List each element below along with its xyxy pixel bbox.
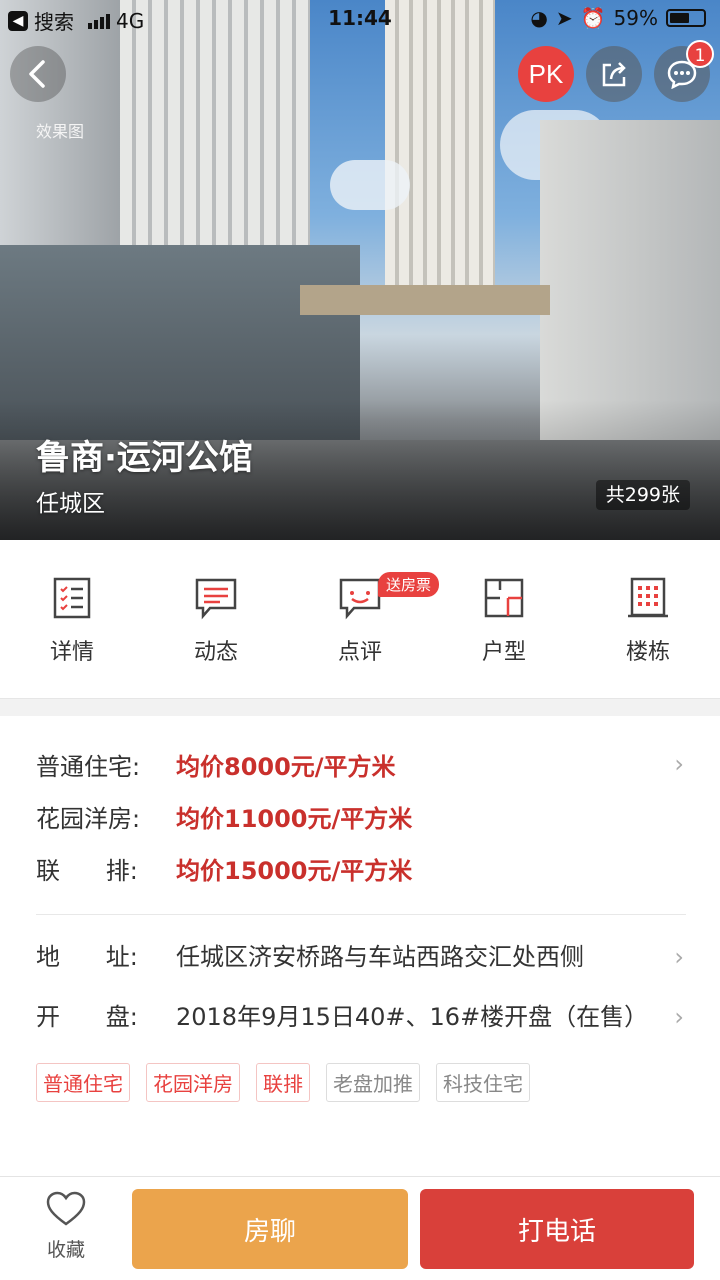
status-bar: ◀ 搜索 4G 11:44 ◕ ➤ ⏰ 59% bbox=[0, 0, 720, 40]
nav-item-comments[interactable]: 送房票 点评 bbox=[288, 540, 440, 698]
feature-tag: 联排 bbox=[256, 1063, 310, 1102]
project-district: 任城区 bbox=[36, 491, 105, 517]
house-chat-button[interactable]: 房聊 bbox=[132, 1189, 408, 1269]
location-icon: ➤ bbox=[555, 6, 573, 30]
nav-item-floorplans[interactable]: 户型 bbox=[432, 540, 576, 698]
chevron-right-icon: › bbox=[674, 943, 684, 971]
feature-tag: 老盘加推 bbox=[326, 1063, 420, 1102]
address-row[interactable]: 地 址: 任城区济安桥路与车站西路交汇处西侧 › bbox=[36, 927, 686, 987]
nav-label: 户型 bbox=[481, 640, 526, 665]
price-row: 联 排: 均价15000元/平方米 bbox=[36, 842, 686, 894]
feature-tags: 普通住宅 花园洋房 联排 老盘加推 科技住宅 bbox=[36, 1063, 686, 1102]
hero-cloud bbox=[330, 160, 410, 210]
divider bbox=[36, 914, 686, 915]
project-info: 普通住宅: 均价8000元/平方米 › 花园洋房: 均价11000元/平方米 联… bbox=[36, 716, 686, 1102]
favorite-label: 收藏 bbox=[46, 1239, 85, 1261]
details-list-icon bbox=[53, 577, 91, 619]
back-button[interactable] bbox=[10, 46, 66, 102]
back-arrow-icon bbox=[29, 60, 45, 88]
nav-label: 动态 bbox=[193, 640, 238, 665]
alarm-icon: ⏰ bbox=[580, 6, 606, 30]
battery-percent: 59% bbox=[613, 6, 658, 30]
average-price: 均价15000元/平方米 bbox=[176, 856, 413, 885]
chat-label: 房聊 bbox=[243, 1216, 296, 1247]
nav-item-buildings[interactable]: 楼栋 bbox=[576, 540, 720, 698]
call-label: 打电话 bbox=[517, 1216, 596, 1247]
feature-nav: 详情 动态 送房票 点评 户型 楼栋 bbox=[0, 540, 720, 698]
bottom-action-bar: 收藏 房聊 打电话 bbox=[0, 1176, 720, 1280]
pk-label: PK bbox=[528, 58, 564, 89]
favorite-button[interactable]: 收藏 bbox=[30, 1191, 102, 1262]
chevron-right-icon: › bbox=[674, 750, 684, 778]
project-title: 鲁商·运河公馆 bbox=[36, 438, 253, 478]
call-button[interactable]: 打电话 bbox=[420, 1189, 694, 1269]
battery-icon bbox=[666, 9, 706, 27]
share-button[interactable] bbox=[586, 46, 642, 102]
feature-tag: 科技住宅 bbox=[436, 1063, 530, 1102]
property-type: 花园洋房: bbox=[36, 804, 141, 833]
property-type: 普通住宅: bbox=[36, 752, 141, 781]
image-type-label: 效果图 bbox=[36, 122, 85, 141]
opening-label: 开 盘: bbox=[36, 1003, 138, 1031]
share-icon bbox=[602, 62, 626, 87]
section-divider bbox=[0, 698, 720, 716]
average-price: 均价8000元/平方米 bbox=[176, 752, 396, 781]
photo-count-badge[interactable]: 共299张 bbox=[595, 480, 690, 510]
property-type: 联 排: bbox=[36, 856, 138, 885]
message-count-badge: 1 bbox=[686, 40, 714, 68]
pk-compare-button[interactable]: PK bbox=[518, 46, 574, 102]
comment-icon bbox=[339, 578, 381, 620]
opening-row[interactable]: 开 盘: 2018年9月15日40#、16#楼开盘（在售） › bbox=[36, 987, 686, 1047]
chevron-right-icon: › bbox=[674, 1003, 684, 1031]
project-hero-image[interactable]: ◀ 搜索 4G 11:44 ◕ ➤ ⏰ 59% 效果图 PK 1 鲁商·运河公馆… bbox=[0, 0, 720, 540]
nav-label: 点评 bbox=[337, 640, 382, 665]
nav-label: 详情 bbox=[49, 640, 94, 665]
address-label: 地 址: bbox=[36, 943, 138, 971]
nav-label: 楼栋 bbox=[625, 640, 670, 665]
messages-button[interactable]: 1 bbox=[654, 40, 714, 102]
nav-item-news[interactable]: 动态 bbox=[144, 540, 288, 698]
address-value: 任城区济安桥路与车站西路交汇处西侧 bbox=[176, 943, 584, 971]
price-row: 花园洋房: 均价11000元/平方米 bbox=[36, 790, 686, 842]
heart-icon bbox=[46, 1191, 86, 1226]
nav-item-details[interactable]: 详情 bbox=[0, 540, 144, 698]
average-price: 均价11000元/平方米 bbox=[176, 804, 413, 833]
news-icon bbox=[195, 578, 237, 620]
price-list[interactable]: 普通住宅: 均价8000元/平方米 › 花园洋房: 均价11000元/平方米 联… bbox=[36, 716, 686, 894]
feature-tag: 花园洋房 bbox=[146, 1063, 240, 1102]
hero-building bbox=[385, 0, 495, 300]
orientation-lock-icon: ◕ bbox=[530, 6, 548, 30]
floorplan-icon bbox=[484, 578, 524, 618]
feature-tag: 普通住宅 bbox=[36, 1063, 130, 1102]
building-icon bbox=[628, 577, 668, 618]
price-row: 普通住宅: 均价8000元/平方米 › bbox=[36, 738, 686, 790]
hero-gate bbox=[300, 285, 550, 315]
promo-tag-bubble: 送房票 bbox=[378, 572, 440, 597]
opening-value: 2018年9月15日40#、16#楼开盘（在售） bbox=[176, 1003, 649, 1031]
